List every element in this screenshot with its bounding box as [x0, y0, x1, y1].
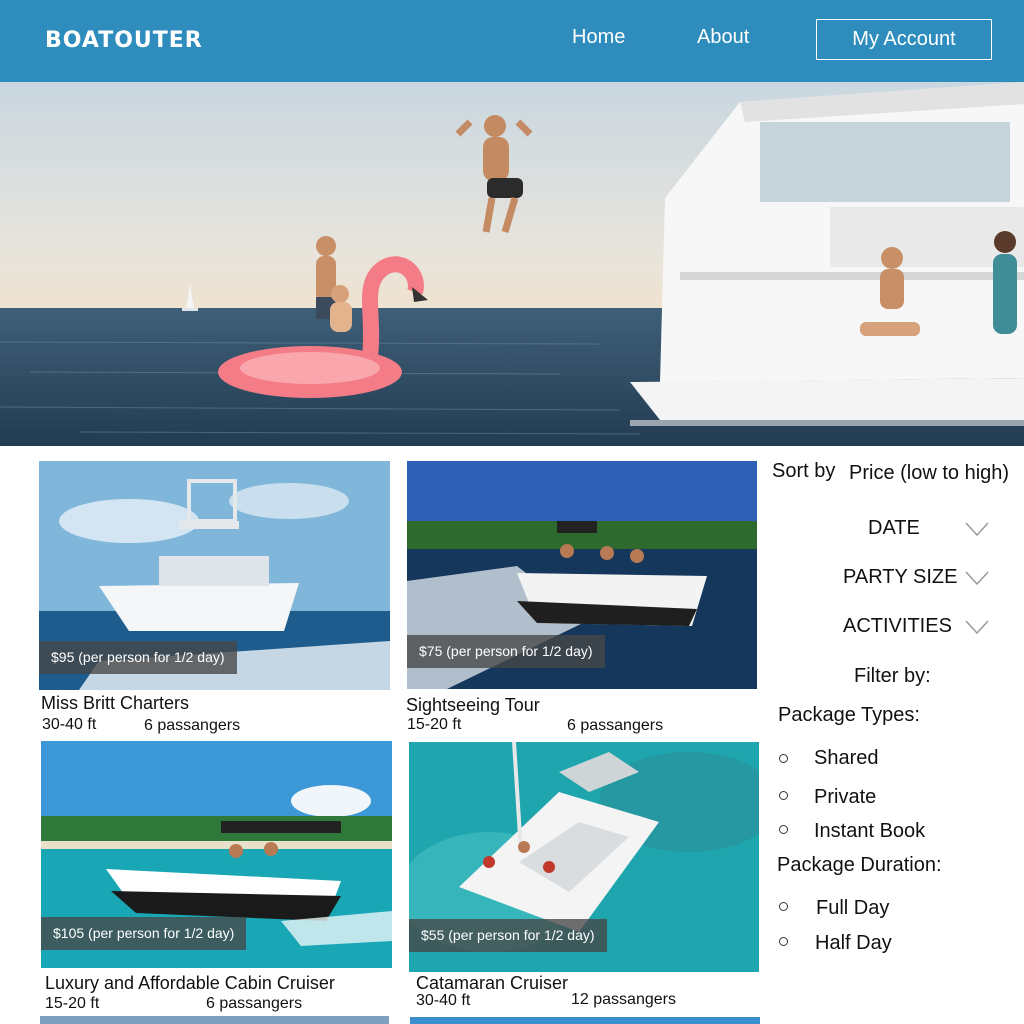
listing-image-partial[interactable]	[410, 1017, 760, 1024]
listing-passengers: 6 passangers	[144, 717, 241, 734]
activities-dropdown[interactable]: ACTIVITIES	[843, 615, 952, 638]
listing-price-badge: $95 (per person for 1/2 day)	[39, 641, 237, 674]
radio-unchecked-icon[interactable]	[779, 937, 788, 946]
filter-option-instant-book[interactable]: Instant Book	[814, 820, 925, 843]
listing-title[interactable]: Miss Britt Charters	[41, 693, 189, 714]
filter-option-shared[interactable]: Shared	[814, 747, 879, 770]
chevron-down-icon[interactable]	[965, 522, 989, 536]
filter-by-label: Filter by:	[854, 665, 931, 687]
listing-passengers: 6 passangers	[206, 995, 303, 1012]
my-account-button[interactable]: My Account	[816, 19, 992, 60]
party-size-dropdown[interactable]: PARTY SIZE	[843, 566, 957, 589]
date-dropdown[interactable]: DATE	[868, 517, 920, 540]
listing-title[interactable]: Sightseeing Tour	[406, 695, 540, 716]
listing-title[interactable]: Luxury and Affordable Cabin Cruiser	[45, 973, 335, 994]
radio-unchecked-icon[interactable]	[779, 754, 788, 763]
radio-unchecked-icon[interactable]	[779, 825, 788, 834]
filter-option-private[interactable]: Private	[814, 786, 876, 809]
radio-unchecked-icon[interactable]	[779, 902, 788, 911]
hero-image	[0, 82, 1024, 446]
nav-about-link[interactable]: About	[697, 26, 749, 49]
filter-option-full-day[interactable]: Full Day	[816, 897, 889, 920]
package-duration-label: Package Duration:	[777, 854, 942, 876]
chevron-down-icon[interactable]	[965, 620, 989, 634]
brand-logo[interactable]: BOATOUTER	[45, 28, 203, 53]
listing-passengers: 12 passangers	[571, 991, 676, 1008]
nav-home-link[interactable]: Home	[572, 26, 625, 49]
listing-length: 30-40 ft	[416, 992, 471, 1009]
listing-price-badge: $75 (per person for 1/2 day)	[407, 635, 605, 668]
sort-label: Sort by	[772, 460, 836, 482]
listing-length: 15-20 ft	[407, 716, 462, 733]
listing-length: 15-20 ft	[45, 995, 100, 1012]
top-nav-bar: BOATOUTER Home About My Account	[0, 0, 1024, 82]
listing-image-partial[interactable]	[40, 1016, 389, 1024]
sort-select[interactable]: Price (low to high)	[849, 462, 1009, 485]
chevron-down-icon[interactable]	[965, 571, 989, 585]
listing-passengers: 6 passangers	[567, 717, 664, 734]
listing-price-badge: $55 (per person for 1/2 day)	[409, 919, 607, 952]
filter-option-half-day[interactable]: Half Day	[815, 932, 892, 955]
listing-title[interactable]: Catamaran Cruiser	[416, 973, 568, 994]
listing-length: 30-40 ft	[42, 716, 97, 733]
listing-price-badge: $105 (per person for 1/2 day)	[41, 917, 247, 950]
radio-unchecked-icon[interactable]	[779, 791, 788, 800]
package-types-label: Package Types:	[778, 704, 920, 726]
